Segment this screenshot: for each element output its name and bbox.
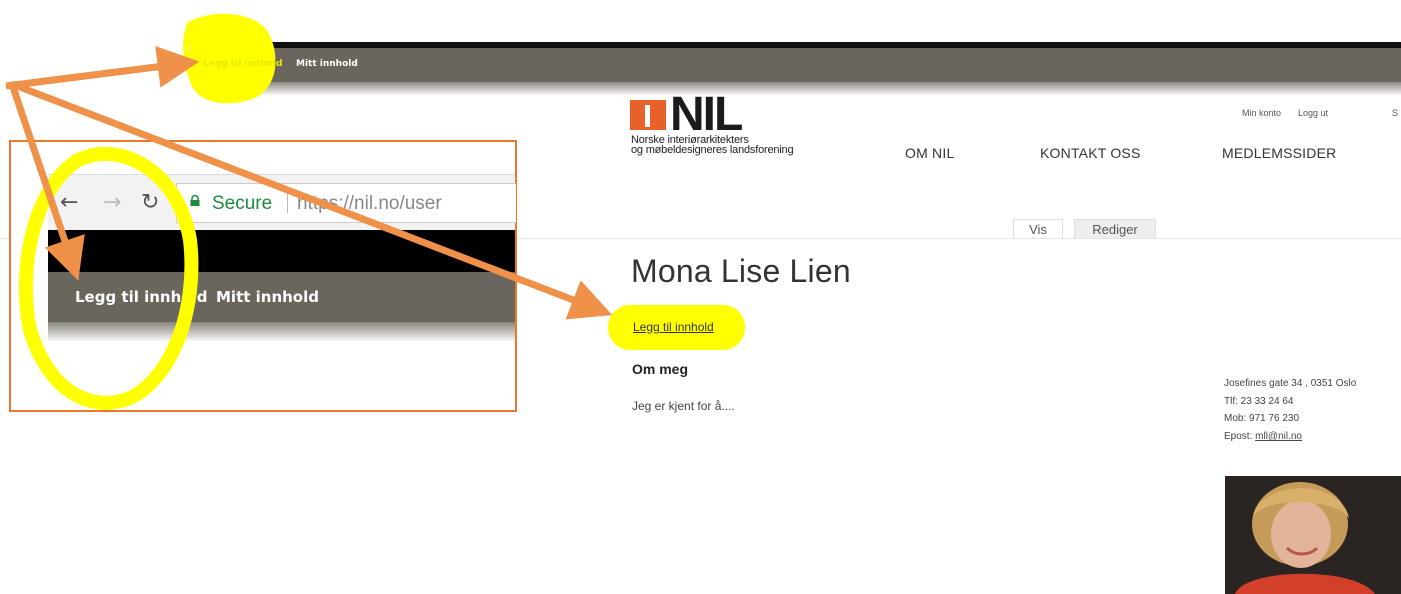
- contact-mobile: Mob: 971 76 230: [1224, 413, 1300, 424]
- admin-toolbar: [197, 48, 1401, 82]
- tab-vis[interactable]: Vis: [1013, 219, 1063, 239]
- admin-toolbar-shadow: [197, 82, 1401, 96]
- tab-rediger[interactable]: Rediger: [1074, 219, 1156, 239]
- inset-black-strip: [48, 230, 515, 272]
- contact-address: Josefines gate 34 , 0351 Oslo: [1224, 378, 1357, 389]
- about-text: Jeg er kjent for å....: [632, 399, 735, 413]
- forward-arrow-icon[interactable]: →: [103, 190, 121, 215]
- logo-subtitle-line-2: og møbeldesigneres landsforening: [631, 144, 794, 156]
- add-content-link[interactable]: Legg til innhold: [633, 320, 714, 334]
- nil-logo-subtitle: Norske interiørarkitekters og møbeldesig…: [631, 135, 794, 156]
- logout-link[interactable]: Logg ut: [1298, 108, 1328, 118]
- contact-phone: Tlf: 23 33 24 64: [1224, 396, 1294, 407]
- admin-add-content-link[interactable]: Legg til innhold: [203, 59, 282, 69]
- secure-label: Secure: [212, 193, 273, 214]
- address-separator: [287, 191, 288, 213]
- lock-icon: [190, 195, 200, 206]
- inset-toolbar-shadow: [48, 322, 515, 342]
- inset-my-content-link[interactable]: Mitt innhold: [216, 288, 319, 306]
- contact-email-link[interactable]: mll@nil.no: [1255, 431, 1302, 442]
- nil-logo-text[interactable]: NIL: [670, 91, 743, 139]
- back-arrow-icon[interactable]: ←: [60, 190, 78, 215]
- contact-email-label: Epost:: [1224, 431, 1253, 442]
- home-icon[interactable]: ⌂: [186, 42, 198, 52]
- arrow-to-top-toolbar: [5, 45, 200, 90]
- my-account-link[interactable]: Min konto: [1242, 108, 1281, 118]
- portrait-image: [1225, 476, 1401, 594]
- page-title: Mona Lise Lien: [631, 253, 851, 289]
- profile-photo: [1225, 476, 1401, 594]
- inset-tab-strip: [48, 156, 515, 175]
- admin-my-content-link[interactable]: Mitt innhold: [296, 59, 358, 69]
- inset-add-content-link[interactable]: Legg til innhold: [75, 288, 207, 306]
- nav-om-nil[interactable]: OM NIL: [905, 145, 954, 161]
- about-heading: Om meg: [632, 361, 689, 377]
- inset-url-text[interactable]: https://nil.no/user: [297, 193, 442, 215]
- contact-email-row: Epost: mll@nil.no: [1224, 431, 1302, 442]
- nav-medlemssider[interactable]: MEDLEMSSIDER: [1222, 145, 1336, 161]
- reload-icon[interactable]: ↻: [141, 190, 159, 215]
- nav-kontakt-oss[interactable]: KONTAKT OSS: [1040, 145, 1140, 161]
- nil-logo-mark[interactable]: [630, 100, 666, 130]
- inset-home-icon[interactable]: ⌂: [58, 240, 68, 258]
- utility-truncated-link[interactable]: S: [1392, 108, 1398, 118]
